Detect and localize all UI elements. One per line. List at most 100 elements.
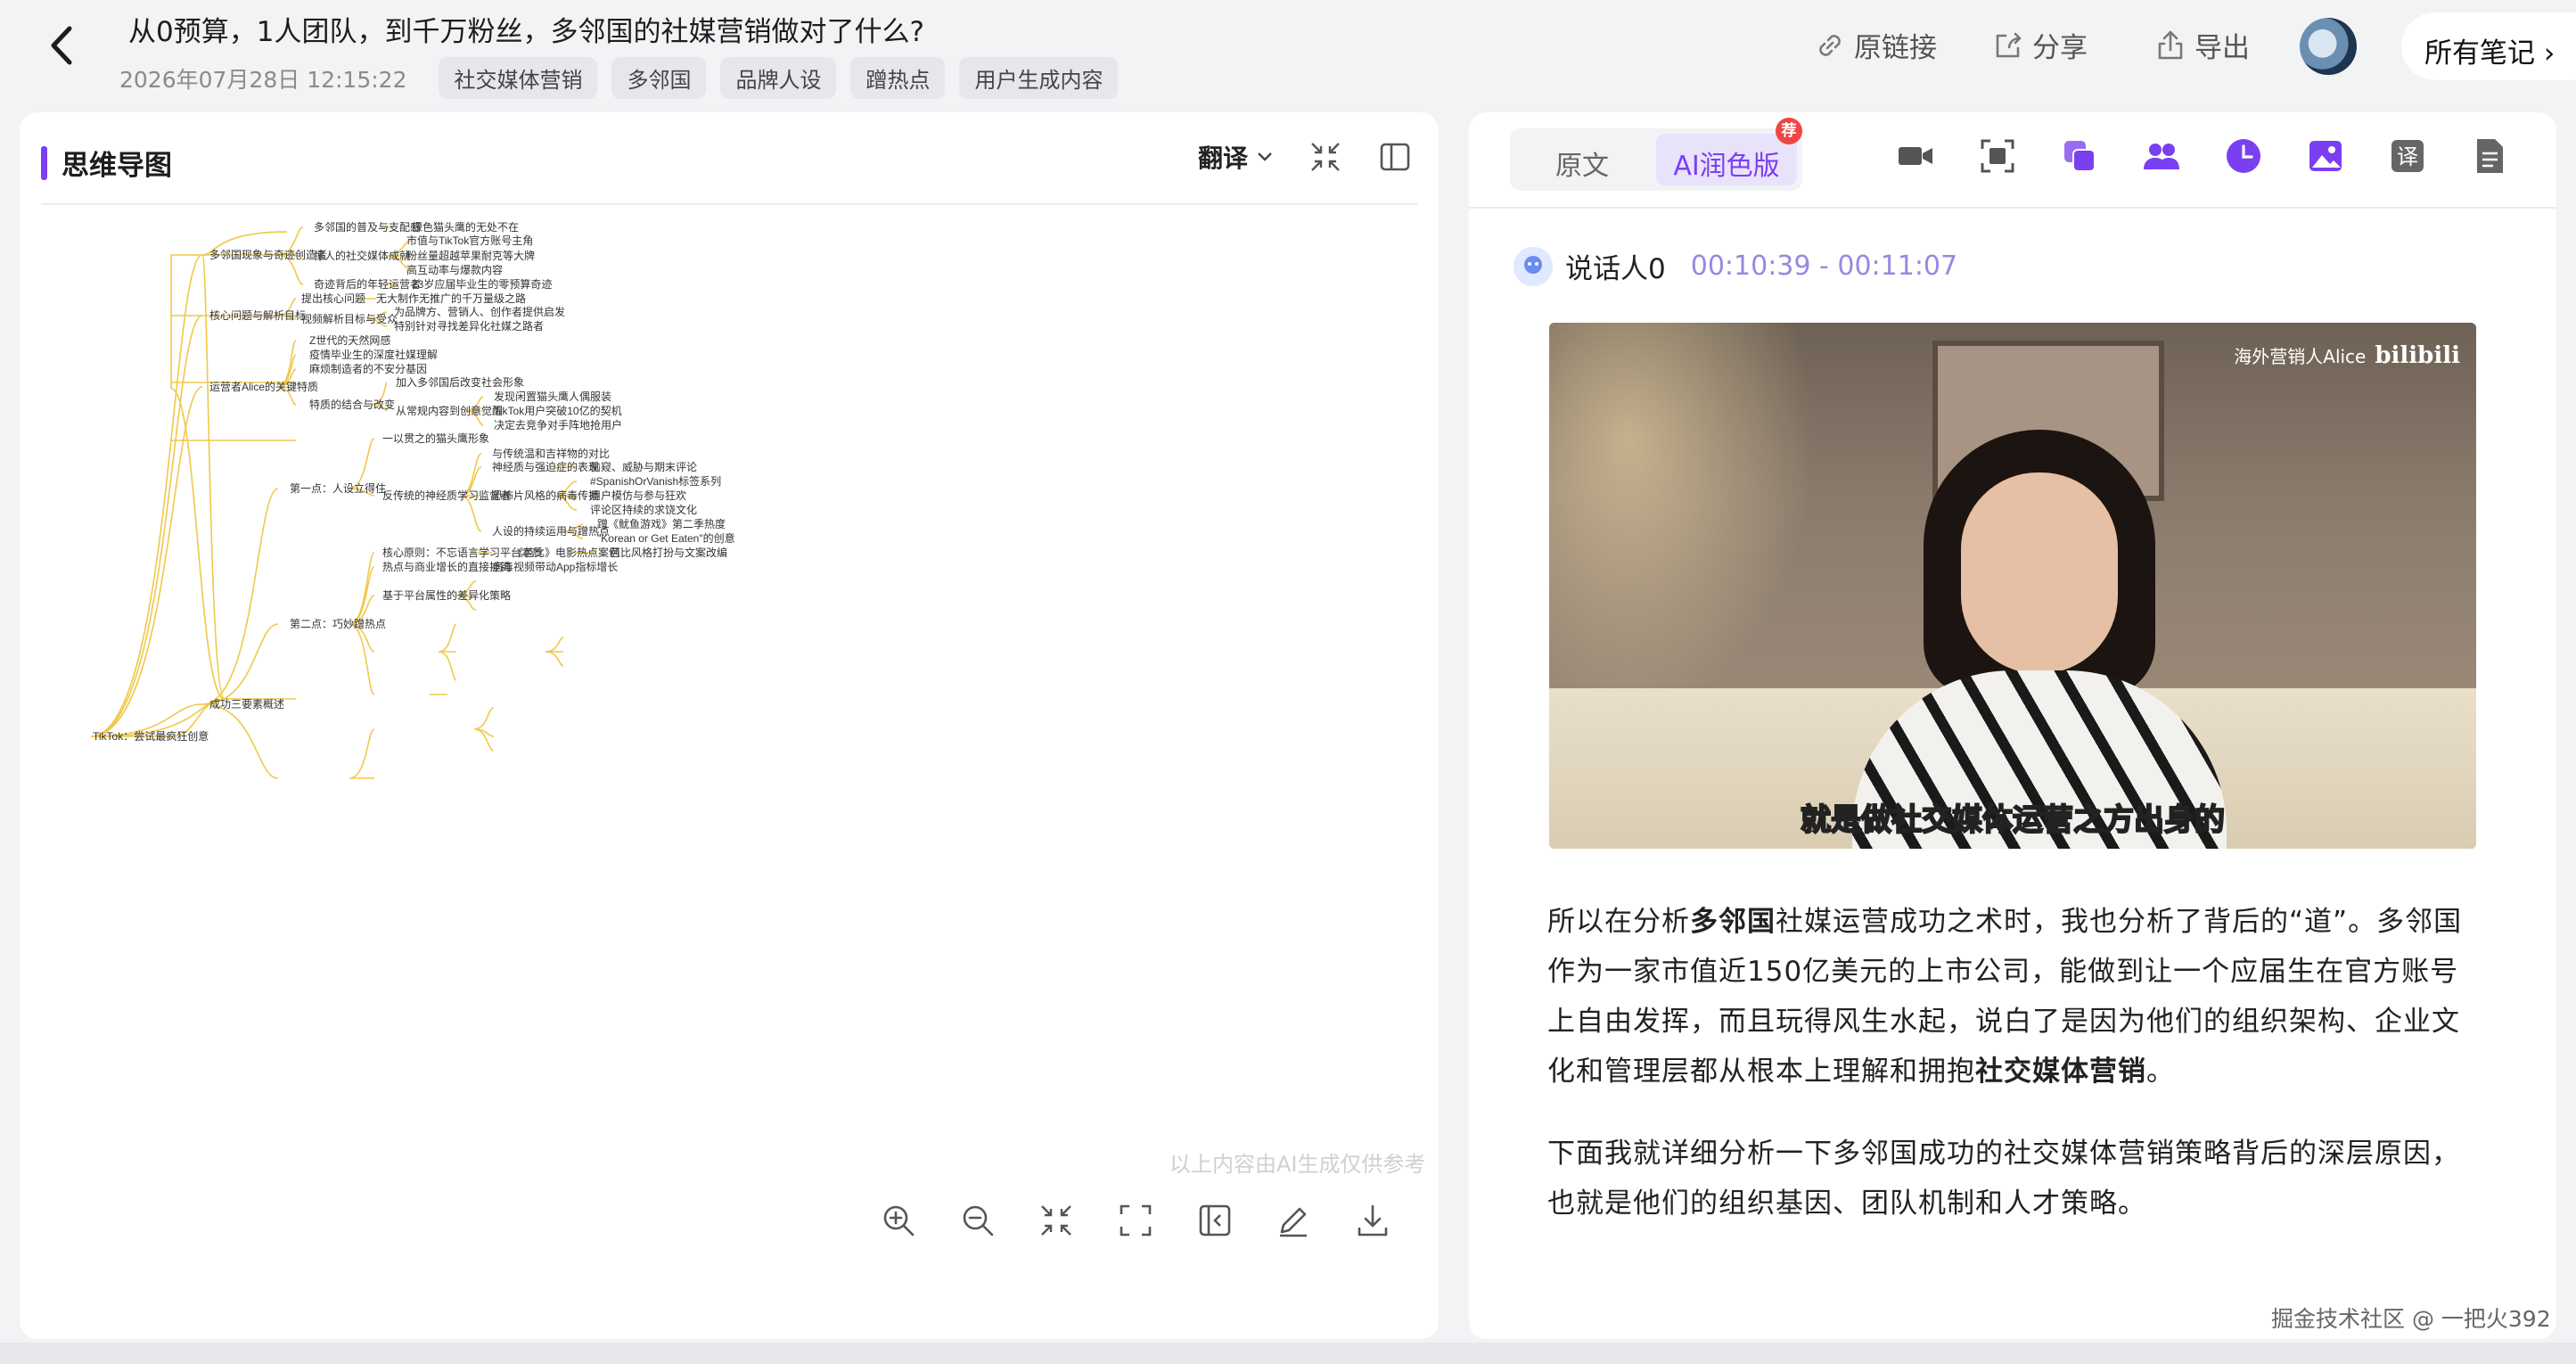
download-icon[interactable] <box>1354 1202 1391 1239</box>
mindmap-node: 病毒视频带动App指标增长 <box>492 560 618 573</box>
mindmap-node: 恐怖片风格的病毒传播 <box>492 489 599 502</box>
svg-text:译: 译 <box>2397 144 2418 169</box>
speaker-row: 说话人0 00:10:39 - 00:11:07 <box>1514 246 1957 286</box>
back-arrow-icon[interactable] <box>45 25 80 66</box>
footer-credit: 掘金技术社区 @ 一把火392 <box>2271 1306 2551 1332</box>
fullscreen-icon[interactable] <box>1117 1202 1154 1239</box>
divider <box>1469 207 2556 209</box>
mindmap-node: 评论区持续的求饶文化 <box>590 503 697 516</box>
mindmap-node: "Korean or Get Eaten"的创意 <box>597 531 735 545</box>
video-icon[interactable] <box>1895 136 1936 177</box>
pen-icon[interactable] <box>1275 1202 1312 1239</box>
sidebar-toggle-icon[interactable] <box>1378 140 1412 174</box>
mindmap-node: 成功三要素概述 <box>209 698 284 711</box>
mindmap-node: 23岁应届毕业生的零预算奇迹 <box>412 277 552 291</box>
transcript-toolbar: 译 <box>1895 136 2510 177</box>
all-notes-button[interactable]: 所有笔记 › <box>2401 12 2576 80</box>
mindmap-node: 为品牌方、营销人、创作者提供启发 <box>394 305 565 318</box>
transcript-paragraph: 下面我就详细分析一下多邻国成功的社交媒体营销策略背后的深层原因，也就是他们的组织… <box>1547 1138 2460 1220</box>
mindmap-node: 从常规内容到创意觉醒 <box>396 404 503 417</box>
note-meta: 2026年07月28日 12:15:22 社交媒体营销 多邻国 品牌人设 蹭热点… <box>119 57 1119 99</box>
mindmap-node: 第一点：人设立得住 <box>290 481 386 495</box>
mindmap-node: 视频解析目标与受众 <box>301 312 398 325</box>
mindmap-node: 核心问题与解析目标 <box>209 309 306 322</box>
screenshot-icon[interactable] <box>1977 136 2018 177</box>
transcript-panel: 原文 AI润色版 荐 译 说话人0 00:10:39 - 00:11:07 海外… <box>1469 112 2556 1339</box>
translate-dropdown[interactable]: 翻译 <box>1198 139 1273 175</box>
mindmap-node: 人设的持续运用与蹭热点 <box>492 524 610 538</box>
mindmap-node: 决定去竞争对手阵地抢用户 <box>494 418 622 431</box>
video-frame[interactable]: 海外营销人Alice bilibili 就是做社交媒体运营之方出身的 <box>1549 323 2476 849</box>
translate-label: 翻译 <box>1197 144 1248 173</box>
source-link-label: 原链接 <box>1854 32 1937 64</box>
zoom-in-icon[interactable] <box>880 1202 917 1239</box>
mindmap-zoom-toolbar <box>850 1180 1421 1261</box>
tag-chip[interactable]: 多邻国 <box>611 57 707 99</box>
image-icon[interactable] <box>2305 136 2346 177</box>
mindmap-panel: 思维导图 翻译 TikTok：尝试最疯狂创意 多邻国现象与奇迹创造者 核心问题与… <box>20 112 1439 1339</box>
translate-icon[interactable]: 译 <box>2387 136 2428 177</box>
clock-icon[interactable] <box>2223 136 2264 177</box>
speaker-avatar-icon <box>1514 246 1553 286</box>
all-notes-label: 所有笔记 <box>2424 37 2535 70</box>
heading-accent-bar <box>41 145 47 180</box>
source-link-button[interactable]: 原链接 <box>1813 25 1937 65</box>
share-label: 分享 <box>2032 32 2088 64</box>
collapse-panel-icon[interactable] <box>1196 1202 1234 1239</box>
tab-original[interactable]: 原文 <box>1515 134 1649 185</box>
mindmap-node: 运营者Alice的关键特质 <box>209 380 318 393</box>
tag-chip[interactable]: 社交媒体营销 <box>439 57 598 99</box>
mindmap-node: 特质的结合与改变 <box>309 398 395 411</box>
mindmap-node: TikTok：尝试最疯狂创意 <box>93 729 209 743</box>
document-icon[interactable] <box>2469 136 2510 177</box>
video-logo: bilibili <box>2375 342 2460 369</box>
speaker-time-range[interactable]: 00:10:39 - 00:11:07 <box>1691 251 1957 282</box>
mindmap-node: 高互动率与爆款内容 <box>406 263 503 276</box>
export-label: 导出 <box>2195 32 2250 64</box>
fit-view-icon[interactable] <box>1038 1202 1075 1239</box>
tag-chip[interactable]: 品牌人设 <box>720 57 837 99</box>
chevron-down-icon <box>1258 152 1272 161</box>
mindmap-node: #SpanishOrVanish标签系列 <box>590 474 721 488</box>
copy-icon[interactable] <box>2059 136 2100 177</box>
mindmap-node: 提出核心问题 <box>301 292 365 305</box>
mindmap-node: 芭比风格打扮与文案改编 <box>610 546 727 559</box>
tag-chip[interactable]: 蹭热点 <box>850 57 946 99</box>
mindmap-node: 无大制作无推广的千万量级之路 <box>376 292 526 305</box>
note-title: 从0预算，1人团队，到千万粉丝，多邻国的社媒营销做对了什么? <box>128 16 924 48</box>
tab-ai-polished[interactable]: AI润色版 <box>1656 134 1797 185</box>
mindmap-node: 一以贯之的猫头鹰形象 <box>382 431 489 445</box>
chevron-right-icon: › <box>2543 37 2555 70</box>
paragraph-keyword: 多邻国 <box>1690 906 1776 938</box>
mindmap-toolbar: 翻译 <box>1198 139 1412 175</box>
mindmap-node: Z世代的天然网感 <box>309 333 390 347</box>
mindmap-node: 与传统温和吉祥物的对比 <box>492 447 610 460</box>
mindmap-node: 麻烦制造者的不安分基因 <box>309 362 427 375</box>
mindmap-node: 惊人的社交媒体成就 <box>314 249 410 262</box>
tag-chip[interactable]: 用户生成内容 <box>959 57 1119 99</box>
mindmap-node: 粉丝量超越苹果耐克等大牌 <box>406 249 535 262</box>
speaker-name: 说话人0 <box>1565 253 1666 285</box>
mindmap-node: TikTok用户突破10亿的契机 <box>494 404 622 417</box>
share-button[interactable]: 分享 <box>1991 25 2088 65</box>
mindmap-node: 偷窥、威胁与期末评论 <box>590 460 697 473</box>
collapse-icon[interactable] <box>1309 140 1342 174</box>
avatar[interactable] <box>2300 18 2357 75</box>
mindmap-node: 基于平台属性的差异化策略 <box>382 588 511 602</box>
mindmap-node: 特别针对寻找差异化社媒之路者 <box>394 319 544 333</box>
mindmap-node: 市值与TikTok官方账号主角 <box>406 234 533 247</box>
mindmap-node: 奇迹背后的年轻运营者 <box>314 277 421 291</box>
paragraph-keyword: 社交媒体营销 <box>1975 1056 2146 1088</box>
people-icon[interactable] <box>2141 136 2182 177</box>
export-button[interactable]: 导出 <box>2154 25 2250 65</box>
header-bar: 从0预算，1人团队，到千万粉丝，多邻国的社媒营销做对了什么? 2026年07月2… <box>0 0 2576 107</box>
mindmap-node: 神经质与强迫症的表现 <box>492 460 599 473</box>
mindmap-node: 蹭《鱿鱼游戏》第二季热度 <box>597 517 726 530</box>
paragraph-text: 所以在分析 <box>1547 906 1690 938</box>
mindmap-node: 绿色猫头鹰的无处不在 <box>412 220 519 234</box>
video-channel-name: 海外营销人Alice <box>2234 346 2367 367</box>
view-tabs: 原文 AI润色版 <box>1510 128 1802 191</box>
zoom-out-icon[interactable] <box>959 1202 997 1239</box>
export-icon <box>2158 30 2183 59</box>
paragraph-text: 。 <box>2146 1056 2175 1088</box>
